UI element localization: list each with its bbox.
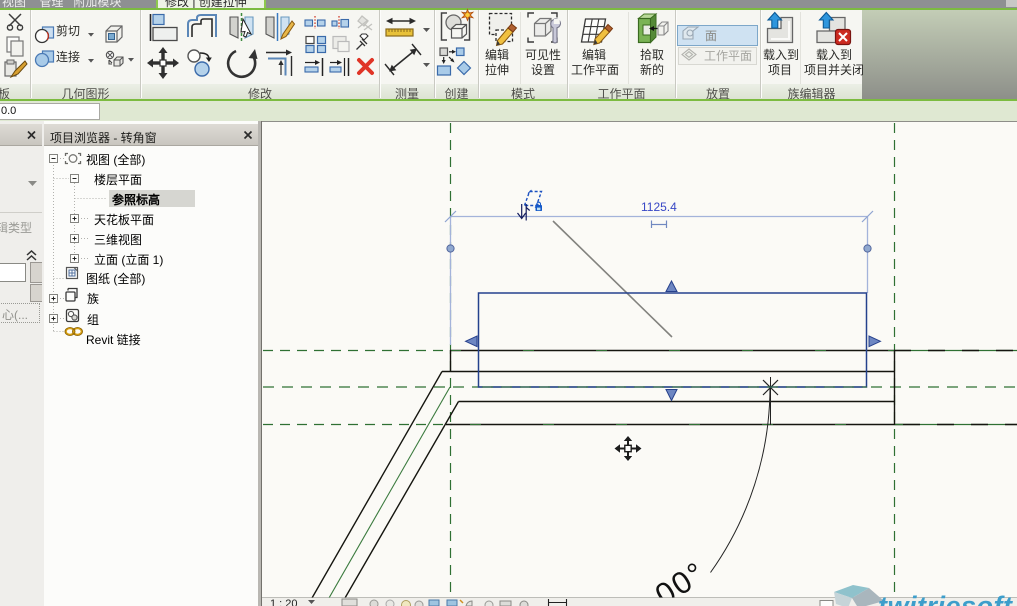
- svg-text:0.00°: 0.00°: [624, 554, 712, 606]
- svg-text:1125.4: 1125.4: [641, 200, 677, 214]
- svg-text:twitriesoft: twitriesoft: [878, 591, 1013, 606]
